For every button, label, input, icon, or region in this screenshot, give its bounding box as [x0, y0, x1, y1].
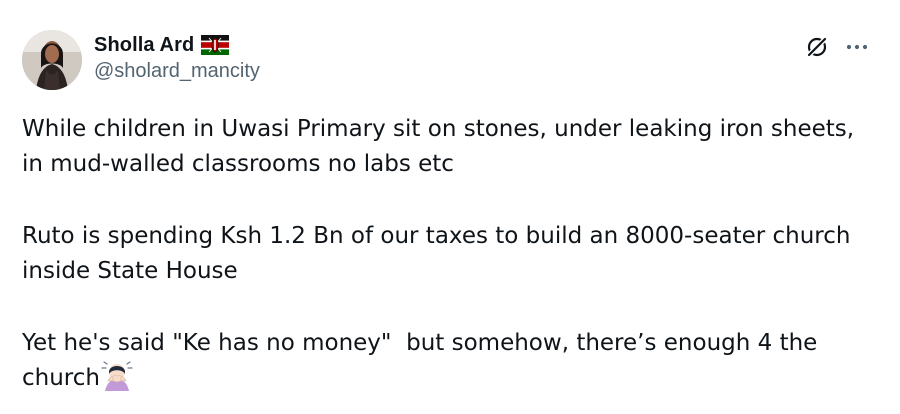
tweet-text: While children in Uwasi Primary sit on s…	[22, 112, 882, 396]
tweet-paragraph-text: Yet he's said "Ke has no money" but some…	[22, 330, 825, 391]
handle[interactable]: @sholard_mancity	[94, 60, 260, 83]
woman-facepalming-emoji	[101, 361, 133, 391]
name-row: Sholla Ard	[94, 32, 260, 58]
grok-button[interactable]	[804, 34, 830, 60]
avatar[interactable]	[22, 30, 82, 90]
author-identity: Sholla Ard @sholard_mancity	[94, 32, 260, 83]
tweet-paragraph: While children in Uwasi Primary sit on s…	[22, 116, 862, 177]
grok-icon	[806, 36, 828, 58]
tweet-actions	[804, 34, 870, 60]
avatar-image	[22, 30, 82, 90]
tweet-paragraph: Yet he's said "Ke has no money" but some…	[22, 326, 882, 396]
tweet-card: Sholla Ard @sholard_mancity While childr…	[0, 0, 900, 414]
display-name[interactable]: Sholla Ard	[94, 34, 194, 57]
more-options-icon	[846, 44, 868, 50]
tweet-paragraph: Ruto is spending Ksh 1.2 Bn of our taxes…	[22, 223, 858, 284]
more-options-button[interactable]	[844, 34, 870, 60]
kenya-flag-icon	[201, 35, 230, 55]
